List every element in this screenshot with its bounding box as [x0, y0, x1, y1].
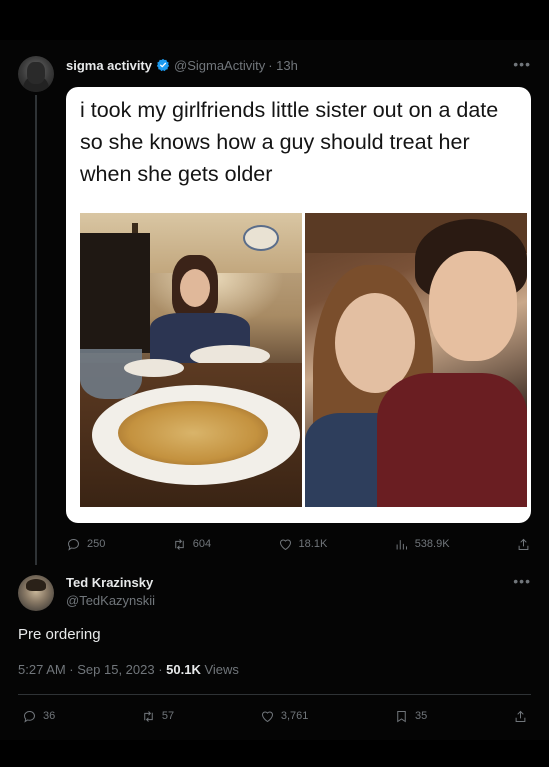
retweet-count: 57: [161, 710, 175, 722]
views-count: 538.9K: [414, 538, 450, 550]
retweet-button[interactable]: 57: [141, 709, 174, 724]
like-icon: [279, 539, 291, 550]
screenshot-frame: sigma activity @SigmaActivity · 13h ••• …: [0, 0, 549, 767]
share-icon: [518, 538, 529, 550]
views-button[interactable]: 538.9K: [394, 537, 450, 552]
retweet-button[interactable]: 604: [172, 537, 211, 552]
reply-count: 36: [43, 710, 56, 722]
tweet-time[interactable]: · 13h: [268, 58, 298, 73]
reply-count: 250: [87, 538, 106, 550]
meme-caption: i took my girlfriends little sister out …: [80, 98, 499, 186]
retweet-count: 604: [192, 538, 212, 550]
author-handle[interactable]: @SigmaActivity: [174, 58, 265, 73]
like-button[interactable]: 18.1K: [278, 537, 328, 552]
views-label: Views: [200, 662, 239, 677]
retweet-icon: [175, 538, 184, 550]
reply-button[interactable]: 36: [22, 709, 55, 724]
avatar[interactable]: [18, 575, 54, 611]
like-icon: [261, 711, 273, 722]
retweet-icon: [144, 710, 153, 722]
reply-icon: [68, 538, 79, 551]
reply-handle-line: @TedKazynskii: [66, 591, 155, 609]
like-count: 3,761: [280, 710, 309, 722]
bookmark-icon: [397, 710, 406, 722]
reply-timestamp[interactable]: 5:27 AM · Sep 15, 2023 ·: [18, 662, 166, 677]
more-icon[interactable]: •••: [513, 573, 531, 589]
selfie-photo: [305, 213, 527, 507]
reply-button[interactable]: 250: [66, 537, 105, 552]
bookmark-button[interactable]: 35: [394, 709, 427, 724]
tweet-media[interactable]: i took my girlfriends little sister out …: [66, 87, 531, 523]
divider: [18, 694, 531, 695]
views-icon: [396, 539, 407, 549]
more-icon[interactable]: •••: [513, 56, 531, 72]
reply-body: Pre ordering: [18, 626, 101, 643]
views-count-bold: 50.1K: [166, 662, 201, 677]
tweet-header: sigma activity @SigmaActivity · 13h: [66, 56, 298, 74]
thread-connector-line: [35, 95, 37, 565]
tweet-action-bar: 250 604 18.1K 538.9K: [66, 535, 531, 553]
reply-action-bar: 36 57 3,761 35: [22, 707, 528, 725]
verified-badge-icon: [156, 58, 170, 72]
reply-icon: [24, 710, 35, 723]
author-name[interactable]: Ted Krazinsky: [66, 575, 153, 590]
author-handle[interactable]: @TedKazynskii: [66, 593, 155, 608]
share-button[interactable]: [516, 537, 531, 552]
bookmark-count: 35: [415, 710, 428, 722]
like-count: 18.1K: [298, 538, 328, 550]
share-icon: [515, 710, 526, 722]
share-button[interactable]: [513, 709, 528, 724]
author-name[interactable]: sigma activity: [66, 58, 152, 73]
dinner-photo: [80, 213, 302, 507]
like-button[interactable]: 3,761: [260, 709, 309, 724]
reply-header: Ted Krazinsky: [66, 573, 153, 591]
avatar[interactable]: [18, 56, 54, 92]
reply-timestamp-line: 5:27 AM · Sep 15, 2023 · 50.1K Views: [18, 662, 239, 677]
